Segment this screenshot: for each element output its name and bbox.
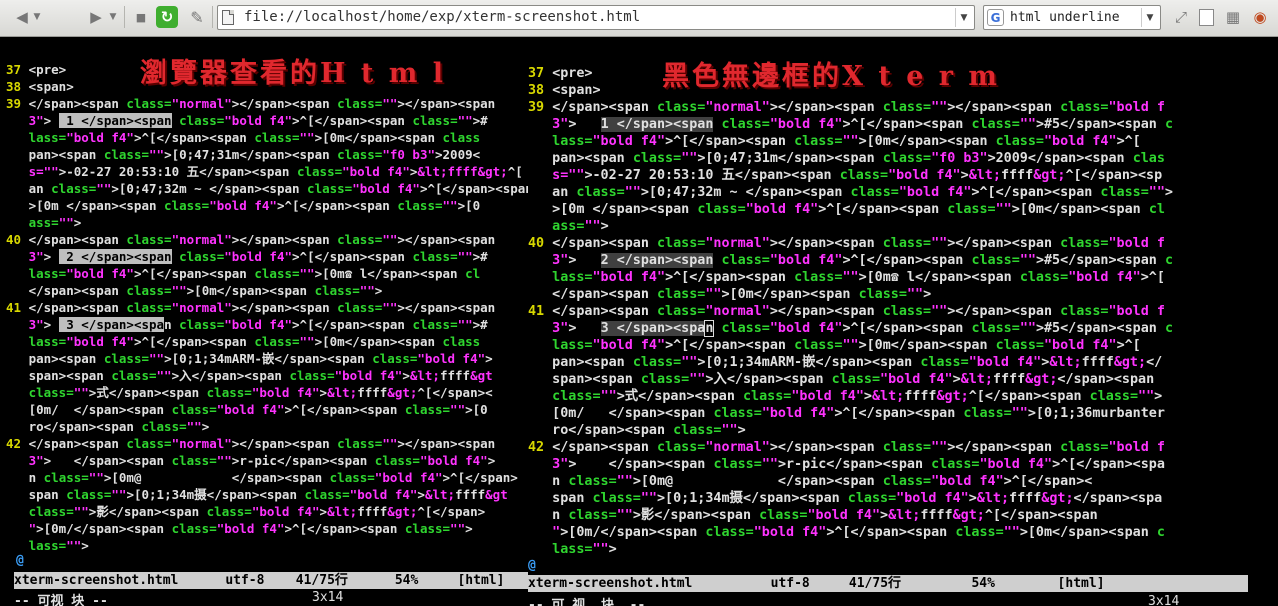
right-status-line: xterm-screenshot.html utf-8 41/75行 54% [… xyxy=(528,575,1248,592)
right-mode-line: -- 可 视 块 -- xyxy=(528,598,646,606)
left-at-sign: @ xyxy=(16,553,24,568)
address-bar[interactable]: file://localhost/home/exp/xterm-screensh… xyxy=(217,5,975,30)
search-dropdown-icon[interactable]: ▼ xyxy=(1141,8,1158,27)
pencil-icon[interactable]: ✎ xyxy=(186,5,208,29)
fullscreen-icon[interactable]: ⤢ xyxy=(1170,5,1192,29)
toolbar-separator xyxy=(124,6,125,28)
right-at-sign: @ xyxy=(528,558,536,573)
left-pane-browser-view: 瀏覽器查看的H t m l 37 <pre> 38 <span> 39 </sp… xyxy=(6,37,528,606)
right-pane-xterm: 黑色無邊框的X t e r m 37 <pre> 38 <span> 39 </… xyxy=(528,37,1278,606)
right-selection-size: 3x14 xyxy=(1148,594,1180,606)
browser-toolbar: ◀ ▼ ▶ ▼ ■ ↻ ✎ file://localhost/home/exp/… xyxy=(0,0,1278,37)
reload-icon[interactable]: ↻ xyxy=(156,6,178,28)
google-icon[interactable]: G xyxy=(987,9,1004,26)
left-code-listing: 37 <pre> 38 <span> 39 </span><span class… xyxy=(6,62,528,553)
url-dropdown-icon[interactable]: ▼ xyxy=(955,8,972,27)
toolbar-separator xyxy=(212,6,213,28)
url-text[interactable]: file://localhost/home/exp/xterm-screensh… xyxy=(244,9,640,25)
forward-history-dropdown-icon[interactable]: ▼ xyxy=(106,5,120,29)
back-history-dropdown-icon[interactable]: ▼ xyxy=(30,5,44,29)
grid-icon[interactable]: ▦ xyxy=(1222,5,1244,29)
left-selection-size: 3x14 xyxy=(312,590,344,605)
blank-page-icon[interactable] xyxy=(1196,5,1216,29)
left-status-line: xterm-screenshot.html utf-8 41/75行 54% [… xyxy=(14,572,528,589)
right-code-listing: 37 <pre> 38 <span> 39 </span><span class… xyxy=(528,66,1173,557)
search-bar[interactable]: G html underline ▼ xyxy=(983,5,1161,30)
stop-icon[interactable]: ■ xyxy=(130,5,152,29)
addon-icon[interactable]: ◉ xyxy=(1248,5,1272,29)
page-icon xyxy=(222,10,234,25)
search-input[interactable]: html underline xyxy=(1010,10,1120,25)
left-mode-line: -- 可视 块 -- xyxy=(14,594,108,606)
forward-icon[interactable]: ▶ xyxy=(84,5,108,29)
